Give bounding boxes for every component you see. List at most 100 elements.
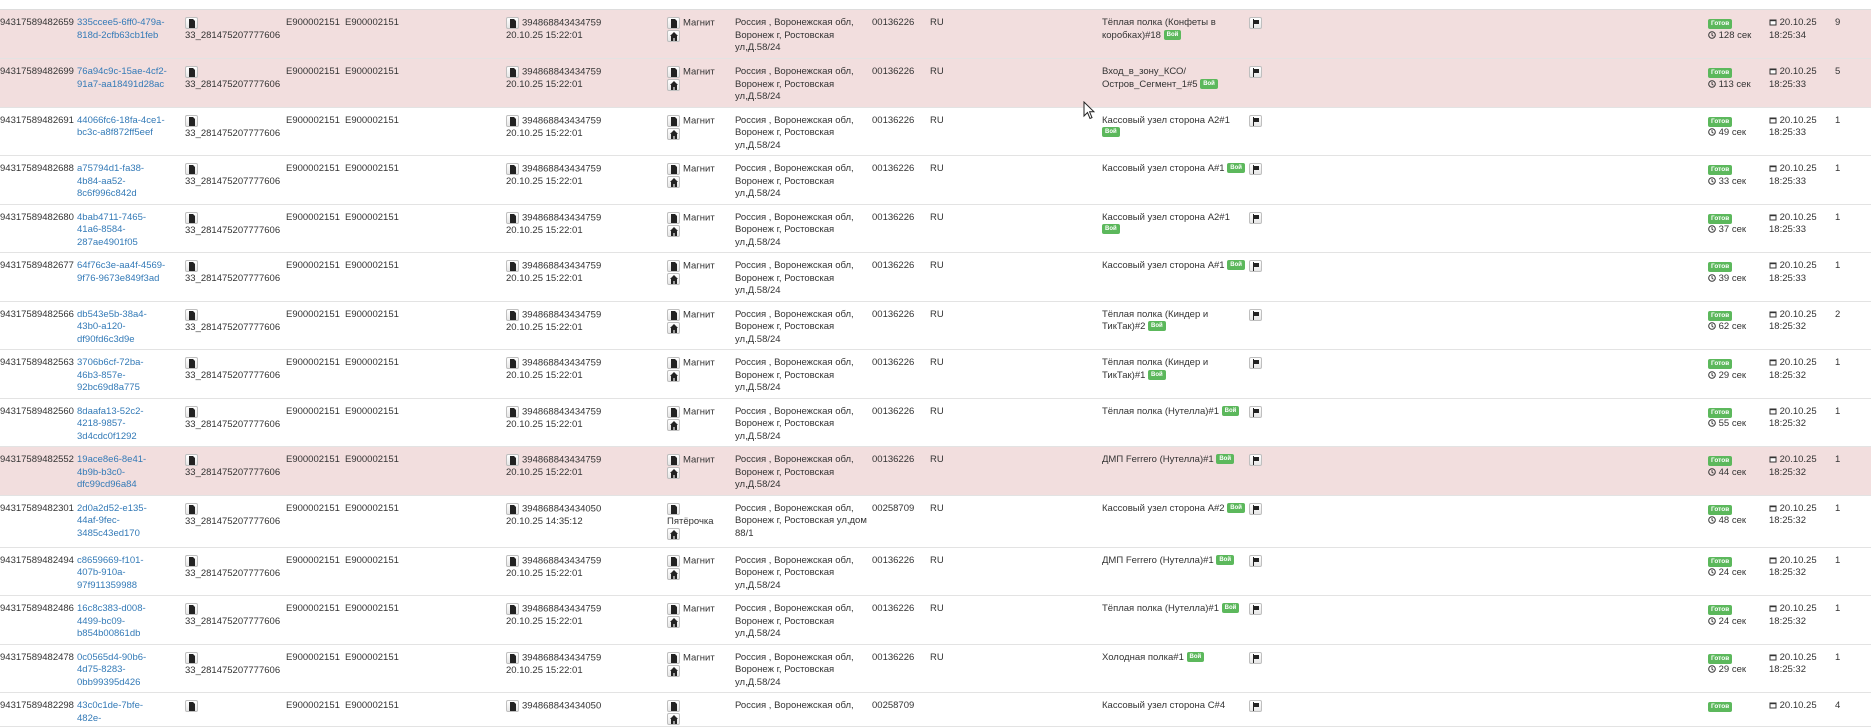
document-icon[interactable] [667,405,680,418]
home-icon[interactable] [667,418,680,431]
uuid-link[interactable]: c8659669-f101-407b-910a-97f911359988 [77,555,167,593]
uuid-link[interactable]: 8daafa13-52c2-4218-9857-3d4cdc0f1292 [77,406,167,444]
flag-icon[interactable] [1249,405,1262,418]
document-icon[interactable] [667,114,680,127]
flag-icon[interactable] [1249,700,1262,712]
uuid-link[interactable]: 44066fc6-18fa-4ce1-bc3c-a8f872ff5eef [77,115,167,140]
document-icon[interactable] [185,114,198,127]
document-icon[interactable] [667,603,680,615]
document-icon[interactable] [667,357,680,369]
document-icon[interactable] [506,17,519,29]
home-icon[interactable] [667,616,680,629]
document-icon[interactable] [185,308,198,321]
uuid-link[interactable]: 64f76c3e-aa4f-4569-9f76-9673e849f3ad [77,260,167,285]
flag-icon[interactable] [1249,502,1262,515]
document-icon[interactable] [506,651,519,664]
home-icon[interactable] [667,224,680,237]
document-icon[interactable] [185,211,198,224]
flag-icon[interactable] [1249,454,1262,466]
document-icon[interactable] [506,260,519,272]
document-icon[interactable] [185,454,198,466]
document-icon[interactable] [185,260,198,272]
home-icon[interactable] [667,467,680,480]
row-id: 94317589482677 [0,260,74,271]
document-icon[interactable] [506,454,519,466]
document-icon[interactable] [667,700,680,712]
home-icon[interactable] [667,30,680,43]
document-icon[interactable] [506,700,519,712]
uuid-link[interactable]: a75794d1-fa38-4b84-aa52-8c6f996c842d [77,163,167,201]
home-icon[interactable] [667,370,680,383]
flag-icon[interactable] [1249,651,1262,664]
uuid-link[interactable]: 0c0565d4-90b6-4d75-8283-0bb99395d426 [77,652,167,690]
flag-icon[interactable] [1249,17,1262,29]
home-icon[interactable] [667,567,680,580]
home-icon[interactable] [667,127,680,140]
uuid-link[interactable]: 76a94c9c-15ae-4cf2-91a7-aa18491d28ac [77,66,167,91]
document-icon[interactable] [667,211,680,224]
home-icon[interactable] [667,176,680,189]
document-icon[interactable] [667,260,680,272]
document-icon[interactable] [185,603,198,615]
document-icon[interactable] [185,700,198,712]
document-icon[interactable] [506,211,519,224]
document-icon[interactable] [667,454,680,466]
document-icon[interactable] [506,554,519,567]
document-icon[interactable] [506,502,519,515]
flag-icon[interactable] [1249,603,1262,615]
flag-icon[interactable] [1249,163,1262,175]
document-icon[interactable] [667,554,680,567]
shop-address: Россия , Воронежская обл, Воронеж г, Рос… [735,66,854,102]
flag-icon[interactable] [1249,260,1262,272]
document-icon[interactable] [506,66,519,78]
equipment-id: E900002151 [286,603,340,614]
document-icon[interactable] [185,66,198,78]
document-icon[interactable] [667,66,680,78]
table-header-remnant [0,0,1871,10]
flag-icon[interactable] [1249,357,1262,369]
flag-icon[interactable] [1249,211,1262,224]
document-icon[interactable] [506,308,519,321]
uuid-link[interactable]: 19ace8e6-8e41-4b9b-b3c0-dfc99cd96a84 [77,454,167,492]
uuid-link[interactable]: 2d0a2d52-e135-44af-9fec-3485c43ed170 [77,503,167,541]
document-icon[interactable] [667,308,680,321]
uuid-link[interactable]: db543e5b-38a4-43b0-a120-df90fd6c3d9e [77,309,167,347]
document-icon[interactable] [667,17,680,29]
uuid-link[interactable]: 4bab4711-7465-41a6-8584-287ae4901f05 [77,212,167,250]
home-icon[interactable] [667,321,680,334]
document-icon[interactable] [185,405,198,418]
document-icon[interactable] [667,163,680,175]
cell-org: 00136226 [872,204,930,253]
table-row: 94317589482680 4bab4711-7465-41a6-8584-28… [0,204,1871,253]
document-icon[interactable] [506,603,519,615]
flag-icon[interactable] [1249,114,1262,127]
home-icon[interactable] [667,79,680,92]
document-icon[interactable] [506,357,519,369]
uuid-link[interactable]: 3706b6cf-72ba-46b3-857e-92bc69d8a775 [77,357,167,395]
document-icon[interactable] [506,163,519,175]
flag-icon[interactable] [1249,308,1262,321]
document-icon[interactable] [185,17,198,29]
flag-icon[interactable] [1249,554,1262,567]
flag-icon[interactable] [1249,66,1262,78]
cell-org: 00136226 [872,398,930,447]
count-1: 1 [1835,260,1841,271]
document-icon[interactable] [667,502,680,515]
document-icon[interactable] [185,502,198,515]
cell-code: 33_281475207777606 [185,204,286,253]
document-icon[interactable] [506,405,519,418]
home-icon[interactable] [667,528,680,541]
document-icon[interactable] [185,554,198,567]
cell-shop: Магнит [667,398,735,447]
document-icon[interactable] [506,114,519,127]
uuid-link[interactable]: 335ccee5-6ff0-479a-818d-2cfb63cb1feb [77,17,167,42]
home-icon[interactable] [667,664,680,677]
document-icon[interactable] [185,651,198,664]
uuid-link[interactable]: 16c8c383-d008-4499-bc09-b854b00861db [77,603,167,641]
home-icon[interactable] [667,713,680,726]
document-icon[interactable] [185,163,198,175]
document-icon[interactable] [667,651,680,664]
home-icon[interactable] [667,273,680,286]
uuid-link[interactable]: 43c0c1de-7bfe-482e- [77,700,167,725]
document-icon[interactable] [185,357,198,369]
